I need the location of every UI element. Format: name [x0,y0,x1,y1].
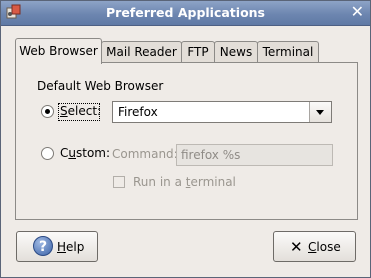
window-title: Preferred Applications [106,5,265,20]
close-button[interactable]: ✕ Close [273,231,356,262]
command-input-value: firefox %s [181,148,241,162]
tab-web-browser[interactable]: Web Browser [15,38,102,64]
select-radio[interactable] [41,105,54,118]
run-in-terminal-checkbox[interactable] [113,176,125,188]
help-button[interactable]: ? Help [16,231,98,262]
close-button-label: Close [308,240,341,254]
preferred-applications-window: Preferred Applications ✕ Web Browser Mai… [0,0,371,278]
tab-terminal[interactable]: Terminal [257,41,319,63]
tab-ftp[interactable]: FTP [181,41,215,63]
select-radio-label[interactable]: Select: [60,104,101,118]
custom-radio-label[interactable]: Custom: [60,146,110,160]
run-in-terminal-label[interactable]: Run in a terminal [133,175,236,189]
section-label: Default Web Browser [37,79,164,93]
command-label: Command: [112,147,178,161]
help-button-label: Help [57,240,85,254]
web-browser-panel: Default Web Browser Select: Firefox Cust… [15,62,358,220]
command-input[interactable]: firefox %s [176,144,333,166]
tab-mail-reader[interactable]: Mail Reader [101,41,182,63]
tab-news[interactable]: News [214,41,258,63]
title-bar[interactable]: Preferred Applications ✕ [1,1,370,26]
chevron-down-icon[interactable] [309,102,331,122]
help-icon: ? [33,236,53,256]
close-icon: ✕ [290,238,303,256]
browser-combo-value: Firefox [118,105,158,119]
browser-combo[interactable]: Firefox [112,101,332,123]
window-close-icon[interactable]: ✕ [351,3,364,21]
custom-radio[interactable] [41,147,54,160]
